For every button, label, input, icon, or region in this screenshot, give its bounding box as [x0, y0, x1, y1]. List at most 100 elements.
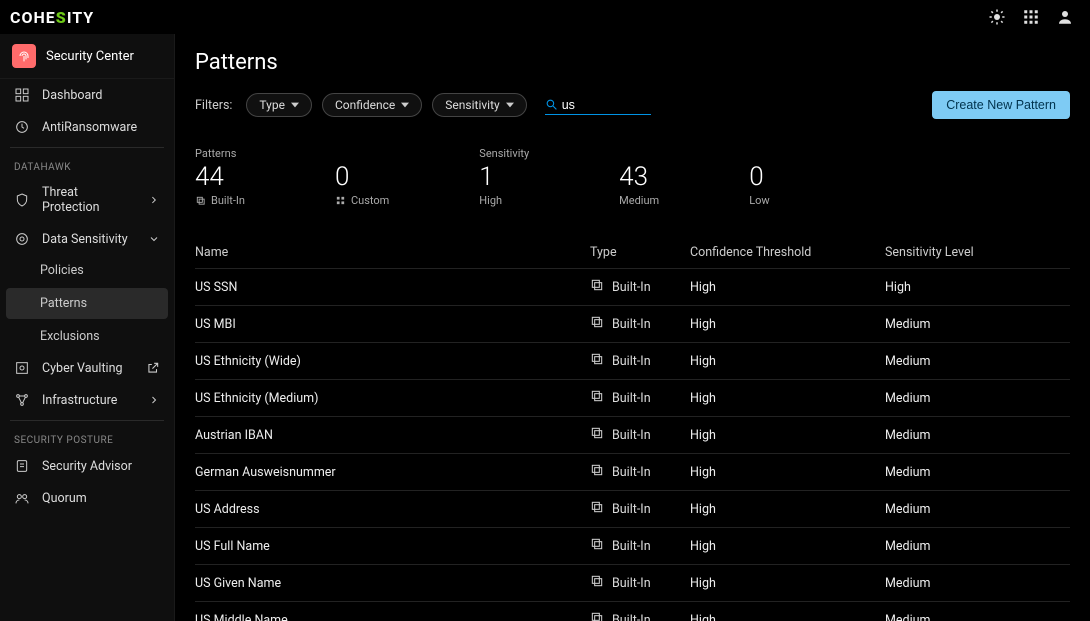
builtin-icon	[590, 611, 604, 621]
stat-value: 43	[619, 162, 659, 192]
cell-type: Built-In	[590, 278, 690, 296]
col-sensitivity: Sensitivity Level	[885, 245, 1070, 260]
advisor-icon	[14, 458, 30, 474]
stat-label: Sensitivity	[479, 147, 529, 160]
cell-name: US Ethnicity (Wide)	[195, 354, 590, 369]
table-row[interactable]: German AusweisnummerBuilt-InHighMedium	[195, 453, 1070, 490]
main-content: Patterns Filters: Type Confidence Sensit…	[175, 34, 1090, 621]
sidebar-item-cyber-vaulting[interactable]: Cyber Vaulting	[0, 352, 174, 384]
stat-sub: Medium	[619, 194, 659, 207]
table-row[interactable]: US MBIBuilt-InHighMedium	[195, 305, 1070, 342]
sidebar-item-label: Threat Protection	[42, 185, 136, 215]
theme-toggle-icon[interactable]	[988, 8, 1006, 26]
stat-value: 0	[749, 162, 769, 192]
cell-type: Built-In	[590, 537, 690, 555]
builtin-icon	[590, 389, 604, 407]
sidebar-item-label: Quorum	[42, 491, 87, 506]
sidebar-sub-exclusions[interactable]: Exclusions	[0, 321, 174, 352]
table-row[interactable]: US Ethnicity (Medium)Built-InHighMedium	[195, 379, 1070, 416]
builtin-icon	[590, 463, 604, 481]
table-row[interactable]: Austrian IBANBuilt-InHighMedium	[195, 416, 1070, 453]
infrastructure-icon	[14, 392, 30, 408]
stat-value: 1	[479, 162, 529, 192]
sidebar-section-posture: SECURITY POSTURE	[0, 425, 174, 450]
stat-label: Patterns	[195, 147, 245, 160]
cell-name: US Address	[195, 502, 590, 517]
table-header: Name Type Confidence Threshold Sensitivi…	[195, 237, 1070, 268]
col-name: Name	[195, 245, 590, 260]
table-row[interactable]: US Ethnicity (Wide)Built-InHighMedium	[195, 342, 1070, 379]
user-icon[interactable]	[1056, 8, 1074, 26]
brand-post: ITY	[67, 8, 94, 27]
builtin-icon	[590, 352, 604, 370]
builtin-icon	[590, 500, 604, 518]
sidebar-title: Security Center	[46, 49, 134, 64]
cell-type: Built-In	[590, 574, 690, 592]
sidebar-item-antiransomware[interactable]: AntiRansomware	[0, 111, 174, 143]
stat-sub: Low	[749, 194, 769, 207]
sidebar-item-label: Security Advisor	[42, 459, 132, 474]
stat-low: 0 Low	[749, 147, 769, 207]
cell-sensitivity: Medium	[885, 428, 1070, 443]
cell-sensitivity: Medium	[885, 502, 1070, 517]
custom-icon	[335, 195, 346, 206]
cell-name: Austrian IBAN	[195, 428, 590, 443]
cell-sensitivity: Medium	[885, 391, 1070, 406]
topbar: COHESITY	[0, 0, 1090, 34]
filter-type[interactable]: Type	[246, 93, 312, 117]
sidebar-sub-patterns[interactable]: Patterns	[6, 288, 168, 319]
cell-sensitivity: Medium	[885, 465, 1070, 480]
chevron-down-icon	[148, 233, 160, 245]
filter-confidence[interactable]: Confidence	[322, 93, 422, 117]
cell-confidence: High	[690, 539, 885, 554]
cell-sensitivity: High	[885, 280, 1070, 295]
vault-icon	[14, 360, 30, 376]
cell-confidence: High	[690, 576, 885, 591]
sidebar-item-data-sensitivity[interactable]: Data Sensitivity	[0, 223, 174, 255]
cell-name: German Ausweisnummer	[195, 465, 590, 480]
cell-confidence: High	[690, 502, 885, 517]
apps-icon[interactable]	[1022, 8, 1040, 26]
cell-confidence: High	[690, 428, 885, 443]
sidebar: Security Center Dashboard AntiRansomware…	[0, 34, 175, 621]
external-link-icon	[146, 361, 160, 375]
cell-name: US Middle Name	[195, 613, 590, 621]
table-row[interactable]: US Full NameBuilt-InHighMedium	[195, 527, 1070, 564]
cell-name: US Ethnicity (Medium)	[195, 391, 590, 406]
sidebar-item-threat-protection[interactable]: Threat Protection	[0, 177, 174, 223]
brand-pre: COHE	[10, 8, 56, 27]
cell-confidence: High	[690, 465, 885, 480]
filter-sensitivity[interactable]: Sensitivity	[432, 93, 526, 117]
cell-type: Built-In	[590, 389, 690, 407]
cell-confidence: High	[690, 613, 885, 621]
brand-logo: COHESITY	[10, 8, 94, 27]
sidebar-sub-policies[interactable]: Policies	[0, 255, 174, 286]
table-row[interactable]: US Middle NameBuilt-InHighMedium	[195, 601, 1070, 621]
stat-sub: Built-In	[195, 194, 245, 207]
filter-sensitivity-label: Sensitivity	[445, 98, 499, 112]
table-row[interactable]: US Given NameBuilt-InHighMedium	[195, 564, 1070, 601]
sidebar-item-security-advisor[interactable]: Security Advisor	[0, 450, 174, 482]
create-pattern-button[interactable]: Create New Pattern	[932, 91, 1070, 119]
chevron-right-icon	[148, 194, 160, 206]
sidebar-item-quorum[interactable]: Quorum	[0, 482, 174, 514]
cell-sensitivity: Medium	[885, 539, 1070, 554]
sidebar-header: Security Center	[0, 34, 174, 79]
cell-type: Built-In	[590, 426, 690, 444]
search-field[interactable]	[545, 96, 651, 115]
cell-type: Built-In	[590, 463, 690, 481]
col-type: Type	[590, 245, 690, 260]
cell-type: Built-In	[590, 315, 690, 333]
builtin-icon	[590, 537, 604, 555]
table-row[interactable]: US AddressBuilt-InHighMedium	[195, 490, 1070, 527]
stat-medium: 43 Medium	[619, 147, 659, 207]
table-row[interactable]: US SSNBuilt-InHighHigh	[195, 268, 1070, 305]
stat-value: 44	[195, 162, 245, 192]
sidebar-item-dashboard[interactable]: Dashboard	[0, 79, 174, 111]
search-input[interactable]	[562, 98, 642, 112]
stats-row: Patterns 44 Built-In 0 Custom Sensitivit…	[195, 147, 1070, 207]
quorum-icon	[14, 490, 30, 506]
sidebar-item-infrastructure[interactable]: Infrastructure	[0, 384, 174, 416]
cell-confidence: High	[690, 317, 885, 332]
builtin-icon	[590, 315, 604, 333]
